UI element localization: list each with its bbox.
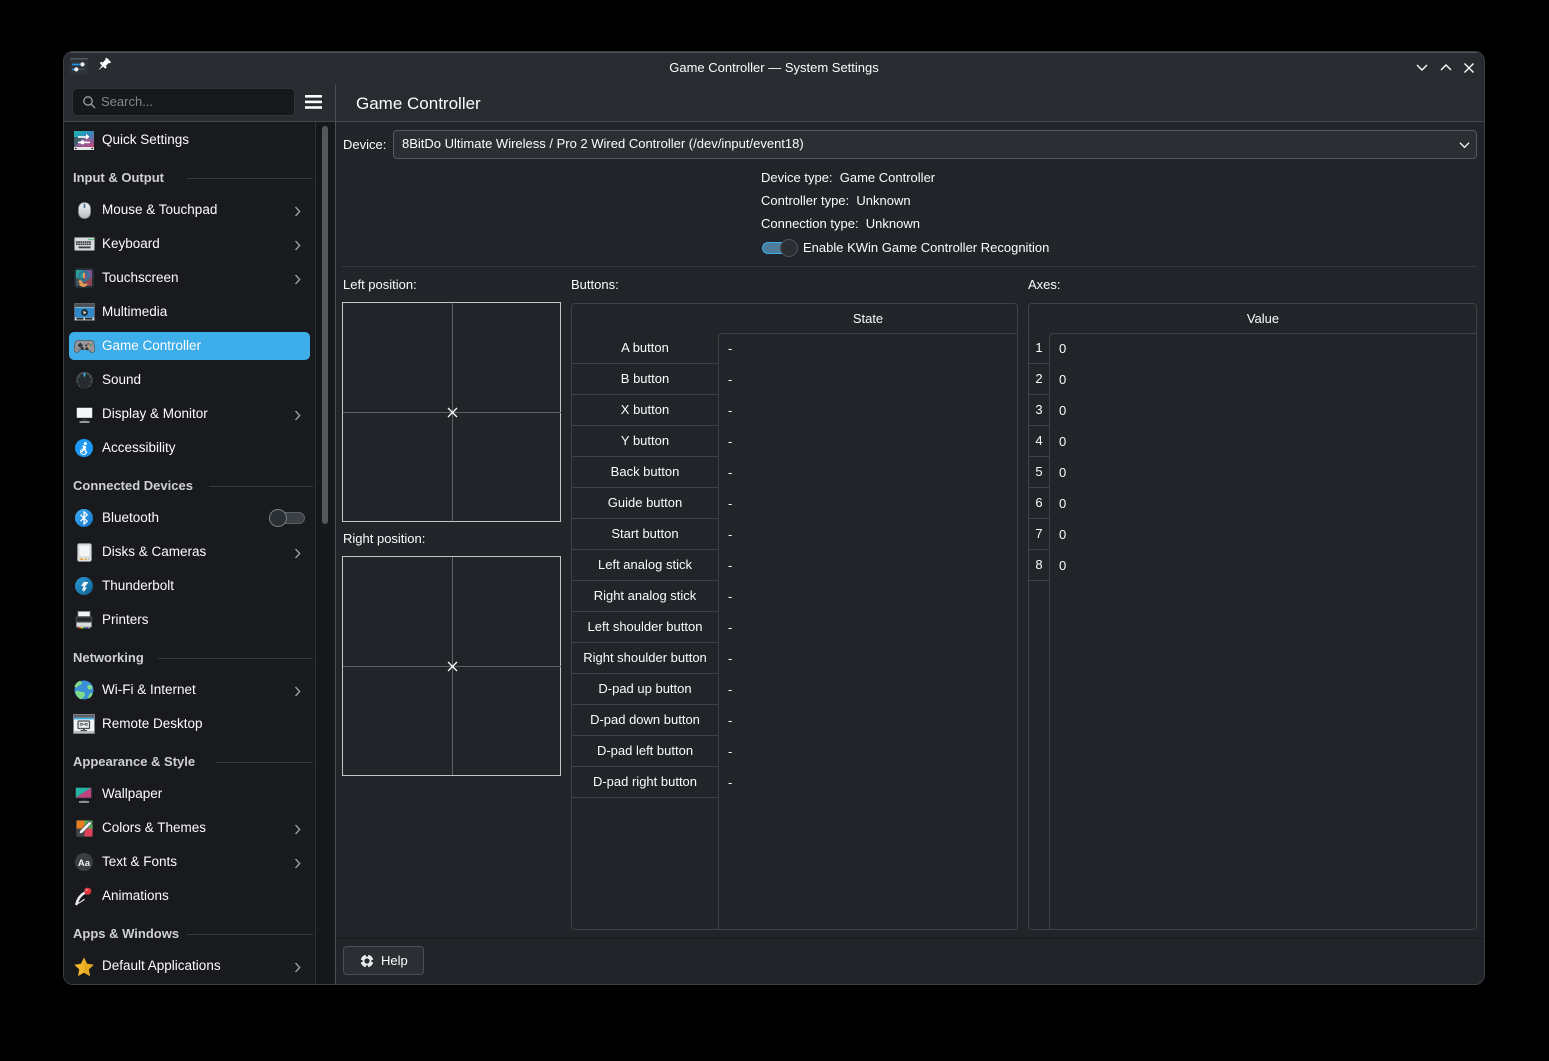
- svg-text:Aa: Aa: [78, 858, 91, 869]
